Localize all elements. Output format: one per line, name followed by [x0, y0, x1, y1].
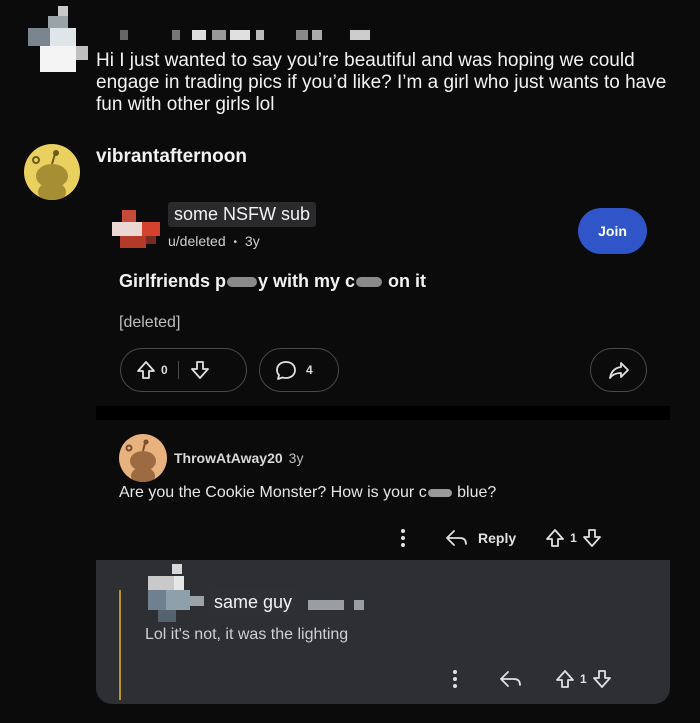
- sender-avatar-censored: [22, 2, 92, 80]
- post-comment-count: 4: [306, 363, 313, 377]
- meta-separator: •: [233, 236, 238, 248]
- post-comments-pill[interactable]: 4: [259, 348, 339, 392]
- subreddit-icon-censored: [112, 210, 164, 250]
- reply-name-censored: [308, 598, 378, 612]
- reply-button[interactable]: Reply: [444, 527, 516, 549]
- more-vertical-icon[interactable]: [394, 524, 412, 552]
- thread-line[interactable]: [119, 590, 121, 700]
- sender-name-censored: [120, 28, 380, 42]
- post-title-part1: Girlfriends p: [119, 271, 227, 291]
- join-button[interactable]: Join: [578, 208, 647, 254]
- post-author[interactable]: u/deleted: [168, 233, 226, 249]
- post-title-part3: on it: [383, 271, 427, 291]
- post-title-part2: y with my c: [258, 271, 356, 291]
- message-text: Hi I just wanted to say you’re beautiful…: [96, 50, 667, 115]
- vote-divider: [177, 361, 179, 379]
- comment-text-part2: blue?: [452, 484, 497, 501]
- recipient-username[interactable]: vibrantafternoon: [96, 146, 247, 168]
- comment-text-part1: Are you the Cookie Monster? How is your …: [119, 484, 427, 501]
- post-vote-pill: 0: [120, 348, 247, 392]
- post-meta: u/deleted • 3y: [168, 233, 260, 249]
- post-age: 3y: [244, 233, 260, 249]
- reply-avatar-censored: [144, 562, 206, 624]
- reply-label: Reply: [478, 530, 517, 546]
- censor-blur: [427, 488, 452, 497]
- snoo-icon: [32, 150, 68, 200]
- post-vote-count: 0: [161, 363, 168, 377]
- reply-arrow-icon: [446, 530, 467, 546]
- more-vertical-icon[interactable]: [446, 665, 464, 693]
- share-button[interactable]: [590, 348, 647, 392]
- comment-bubble-icon: [274, 359, 298, 381]
- censor-blur: [356, 277, 383, 288]
- subreddit-label[interactable]: some NSFW sub: [168, 202, 317, 227]
- snoo-icon: [125, 439, 156, 482]
- downvote-icon[interactable]: [581, 527, 603, 549]
- downvote-icon[interactable]: [591, 668, 613, 690]
- section-divider: [96, 406, 670, 420]
- upvote-icon[interactable]: [135, 359, 157, 381]
- censor-blur: [227, 277, 258, 288]
- recipient-avatar[interactable]: [24, 144, 80, 200]
- post-title[interactable]: Girlfriends p y with my c on it: [119, 271, 426, 292]
- comment-actions: Reply 1: [394, 522, 603, 554]
- downvote-icon[interactable]: [189, 359, 211, 381]
- commenter-avatar[interactable]: [119, 434, 167, 482]
- reply-actions: 1: [446, 664, 613, 694]
- upvote-icon[interactable]: [554, 668, 576, 690]
- share-icon: [607, 359, 631, 381]
- comment-text: Are you the Cookie Monster? How is your …: [119, 484, 496, 502]
- comment-author[interactable]: ThrowAtAway20: [174, 450, 283, 466]
- reply-text: Lol it's not, it was the lighting: [145, 626, 349, 643]
- upvote-icon[interactable]: [544, 527, 566, 549]
- reply-vote-count: 1: [580, 672, 587, 686]
- comment-age: 3y: [288, 450, 304, 466]
- reply-author-label[interactable]: same guy: [210, 590, 297, 615]
- comment-header: ThrowAtAway20 3y: [174, 450, 303, 466]
- reply-arrow-icon[interactable]: [498, 668, 524, 690]
- post-body: [deleted]: [119, 314, 181, 331]
- comment-vote-count: 1: [570, 531, 577, 545]
